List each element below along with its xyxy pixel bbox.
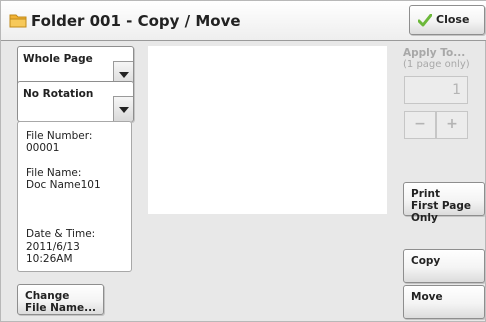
change-file-name-button[interactable]: Change File Name... [17,284,104,315]
folder-icon [9,14,27,28]
page-preview [148,46,387,214]
date-value: 2011/6/13 [26,241,80,253]
time-value: 10:26AM [26,253,73,265]
decrement-button: − [404,111,436,139]
file-name-value: Doc Name101 [26,179,101,191]
chevron-down-icon [119,72,129,78]
rotation-value: No Rotation [23,88,94,100]
page-scope-value: Whole Page [23,53,93,65]
check-icon [418,14,432,27]
chevron-down-icon [119,107,129,113]
page-title: Folder 001 - Copy / Move [31,12,241,30]
page-count-field: 1 [404,76,468,104]
rotation-arrow[interactable] [113,96,133,122]
file-info-panel: File Number: 00001 File Name: Doc Name10… [17,121,132,272]
date-time-label: Date & Time: [26,228,96,240]
move-button-label: Move [411,291,443,303]
file-name-label: File Name: [26,167,82,179]
print-first-page-button[interactable]: Print First Page Only [403,182,485,224]
change-file-name-label: Change File Name... [25,290,97,314]
rotation-dropdown[interactable]: No Rotation [17,81,134,122]
title-bar: Folder 001 - Copy / Move Close [1,1,486,41]
apply-to-sublabel: (1 page only) [403,59,470,70]
copy-button[interactable]: Copy [403,249,485,283]
increment-button: + [436,111,468,139]
close-button[interactable]: Close [409,5,485,35]
move-button[interactable]: Move [403,285,485,319]
close-button-label: Close [436,13,470,26]
copy-button-label: Copy [411,255,441,267]
file-number-value: 00001 [26,142,60,154]
print-first-page-label: Print First Page Only [411,188,472,224]
file-number-label: File Number: [26,130,93,142]
copy-move-screen: Folder 001 - Copy / Move Close Whole Pag… [0,0,486,322]
apply-to-label: Apply To... [403,47,466,59]
